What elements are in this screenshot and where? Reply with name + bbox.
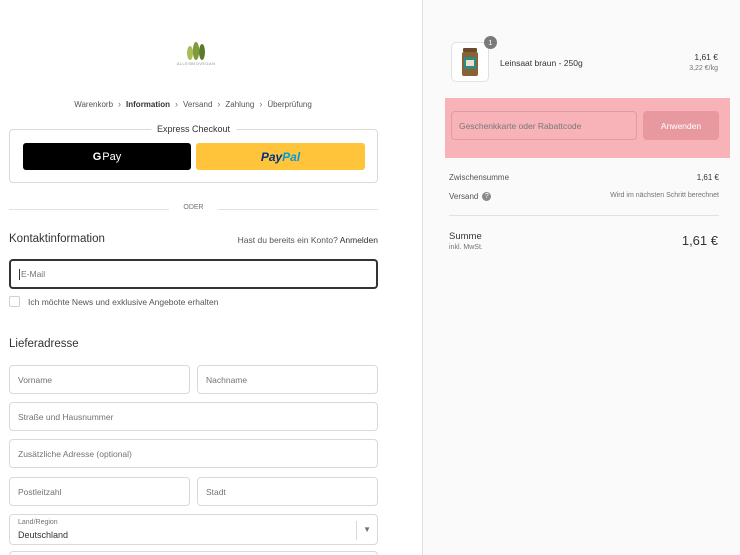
breadcrumb-cart[interactable]: Warenkorb xyxy=(74,100,113,109)
newsletter-option: Ich möchte News und exklusive Angebote e… xyxy=(9,296,218,307)
city-placeholder: Stadt xyxy=(206,486,226,497)
last-name-field[interactable]: Nachname xyxy=(197,365,378,394)
chevron-right-icon: › xyxy=(175,99,179,109)
newsletter-checkbox[interactable] xyxy=(9,296,20,307)
zip-field[interactable]: Postleitzahl xyxy=(9,477,190,506)
google-g-icon: G xyxy=(92,150,102,163)
street-placeholder: Straße und Hausnummer xyxy=(18,411,114,422)
next-field-partial[interactable] xyxy=(9,551,378,555)
brand-logo[interactable]: ALLESBIOVEGAN xyxy=(176,42,216,74)
chevron-down-icon: ▼ xyxy=(363,525,371,534)
apply-discount-button[interactable]: Anwenden xyxy=(643,111,719,140)
shipping-label: Versand xyxy=(449,192,479,201)
login-prompt-text: Hast du bereits ein Konto? xyxy=(237,235,338,245)
product-price: 1,61 € xyxy=(694,52,718,62)
total-label: Summe xyxy=(449,231,482,242)
email-field[interactable]: E-Mail xyxy=(9,259,378,289)
shipping-section-title: Lieferadresse xyxy=(9,338,79,350)
login-link[interactable]: Anmelden xyxy=(340,235,378,245)
product-jar-icon xyxy=(462,48,478,76)
chevron-right-icon: › xyxy=(259,99,263,109)
discount-code-field[interactable]: Geschenkkarte oder Rabattcode xyxy=(451,111,637,140)
logo-text: ALLESBIOVEGAN xyxy=(176,61,216,66)
chevron-right-icon: › xyxy=(217,99,221,109)
login-prompt: Hast du bereits ein Konto? Anmelden xyxy=(238,235,378,245)
product-name: Leinsaat braun - 250g xyxy=(500,58,583,68)
breadcrumb-review: Überprüfung xyxy=(267,100,312,109)
country-select[interactable]: Land/Region Deutschland ▼ xyxy=(9,514,378,545)
total-value: 1,61 € xyxy=(681,233,718,248)
discount-placeholder: Geschenkkarte oder Rabattcode xyxy=(459,120,582,131)
country-value: Deutschland xyxy=(18,530,69,540)
subtotal-label: Zwischensumme xyxy=(449,173,510,182)
gpay-label: Pay xyxy=(102,150,122,163)
city-field[interactable]: Stadt xyxy=(197,477,378,506)
breadcrumb-information: Information xyxy=(126,100,171,109)
express-checkout: Express Checkout G Pay Pay Pal xyxy=(9,124,378,183)
address2-placeholder: Zusätzliche Adresse (optional) xyxy=(18,448,132,459)
text-cursor xyxy=(19,268,20,280)
breadcrumb-payment: Zahlung xyxy=(225,100,255,109)
google-pay-button[interactable]: G Pay xyxy=(23,143,191,170)
newsletter-label: Ich möchte News und exklusive Angebote e… xyxy=(28,296,219,307)
checkout-main: ALLESBIOVEGAN Warenkorb › Information › Vers… xyxy=(0,0,422,555)
express-checkout-title: Express Checkout xyxy=(150,124,237,134)
subtotal-value: 1,61 € xyxy=(696,173,719,182)
chevron-right-icon: › xyxy=(118,99,122,109)
contact-section-title: Kontaktinformation xyxy=(9,233,105,245)
paypal-logo-part1: Pay xyxy=(260,149,283,164)
or-divider-label: ODER xyxy=(183,204,204,211)
total-tax-note: inkl. MwSt. xyxy=(449,244,483,251)
first-name-placeholder: Vorname xyxy=(18,374,53,385)
street-field[interactable]: Straße und Hausnummer xyxy=(9,402,378,431)
breadcrumb: Warenkorb › Information › Versand › Zahlung › Üb… xyxy=(0,99,386,109)
breadcrumb-shipping: Versand xyxy=(183,100,213,109)
shipping-value: Wird im nächsten Schritt berechnet xyxy=(610,192,719,199)
last-name-placeholder: Nachname xyxy=(206,374,248,385)
paypal-button[interactable]: Pay Pal xyxy=(196,143,365,170)
country-label: Land/Region xyxy=(18,519,58,526)
select-divider xyxy=(356,521,357,540)
help-icon[interactable]: ? xyxy=(482,192,492,202)
paypal-logo-part2: Pal xyxy=(282,149,301,164)
summary-divider xyxy=(449,215,719,216)
email-placeholder: E-Mail xyxy=(21,269,46,279)
zip-placeholder: Postleitzahl xyxy=(18,486,62,497)
subtotal-row: Zwischensumme 1,61 € xyxy=(449,173,719,182)
product-thumbnail xyxy=(451,42,489,82)
first-name-field[interactable]: Vorname xyxy=(9,365,190,394)
leaf-logo-icon xyxy=(187,42,205,60)
quantity-badge: 1 xyxy=(484,36,497,49)
shipping-row: Versand? Wird im nächsten Schritt berech… xyxy=(449,192,719,202)
or-divider: ODER xyxy=(9,204,378,214)
order-summary: 1 Leinsaat braun - 250g 1,61 € 3,22 €/kg… xyxy=(422,0,740,555)
address2-field[interactable]: Zusätzliche Adresse (optional) xyxy=(9,439,378,468)
discount-section: Geschenkkarte oder Rabattcode Anwenden xyxy=(445,98,730,158)
product-unit-price: 3,22 €/kg xyxy=(689,65,718,72)
